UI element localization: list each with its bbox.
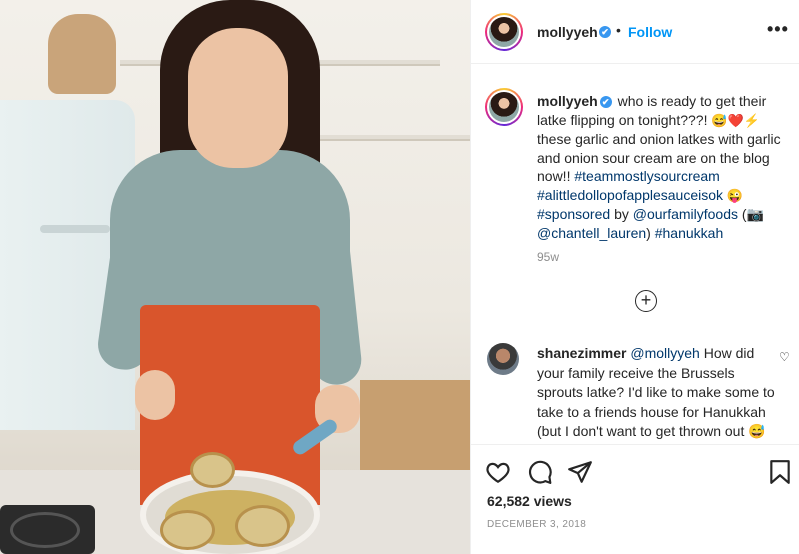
hashtag-link[interactable]: #alittledollopofapplesauceisok [537, 187, 723, 203]
mention-link[interactable]: @ourfamilyfoods [633, 206, 738, 222]
separator-dot: • [616, 22, 621, 38]
woman-face [188, 28, 288, 168]
bookmark-icon[interactable] [767, 459, 793, 485]
woman-hand [135, 370, 175, 420]
stove-burner [10, 512, 80, 548]
follow-button[interactable]: Follow [628, 24, 672, 40]
heart-icon[interactable] [485, 459, 511, 485]
post-photo[interactable] [0, 0, 470, 554]
comment-like-icon[interactable]: ♡ [779, 350, 790, 364]
wooden-counter [360, 380, 470, 480]
mention-link[interactable]: @chantell_lauren [537, 225, 646, 241]
verified-badge-icon: ✔ [599, 26, 611, 38]
post-actions: 62,582 views DECEMBER 3, 2018 [471, 444, 799, 554]
caption-avatar[interactable] [485, 88, 523, 126]
hashtag-link[interactable]: #teammostlysourcream [574, 168, 720, 184]
post-header: mollyyeh ✔ • Follow ••• [471, 0, 799, 64]
mention-link[interactable]: @mollyyeh [630, 345, 699, 361]
latke [190, 452, 235, 488]
header-username[interactable]: mollyyeh [537, 24, 598, 40]
caption-time-ago[interactable]: 95w [537, 250, 559, 264]
load-more-comments-button[interactable]: + [635, 290, 657, 312]
share-icon[interactable] [567, 459, 593, 485]
cutting-board [48, 14, 116, 94]
post-caption: mollyyeh ✔ who is ready to get their latk… [537, 92, 795, 242]
view-count[interactable]: 62,582 views [487, 493, 572, 509]
hashtag-link[interactable]: #hanukkah [655, 225, 724, 241]
post-date[interactable]: DECEMBER 3, 2018 [487, 519, 586, 530]
caption-emoji: 😅❤️⚡ [711, 112, 760, 128]
kitchen-shelf [300, 135, 470, 141]
more-options-icon[interactable]: ••• [767, 19, 789, 40]
latke [160, 510, 215, 550]
comment-username[interactable]: shanezimmer [537, 345, 626, 361]
latke [235, 505, 290, 547]
caption-emoji: 😜 [726, 187, 744, 203]
hashtag-link[interactable]: #sponsored [537, 206, 610, 222]
verified-badge-icon: ✔ [599, 96, 612, 108]
caption-text: (📷 [741, 206, 764, 222]
caption-text: ) [646, 224, 651, 241]
comment-avatar[interactable] [487, 343, 519, 375]
caption-text: by [614, 206, 629, 222]
avatar[interactable] [485, 13, 523, 51]
post-side-panel: mollyyeh ✔ • Follow ••• mollyyeh ✔ who is… [470, 0, 799, 554]
comment-icon[interactable] [527, 459, 553, 485]
caption-username[interactable]: mollyyeh [537, 93, 598, 109]
fridge-handle [40, 225, 110, 233]
comment: shanezimmer @mollyyeh How did your famil… [537, 344, 777, 442]
